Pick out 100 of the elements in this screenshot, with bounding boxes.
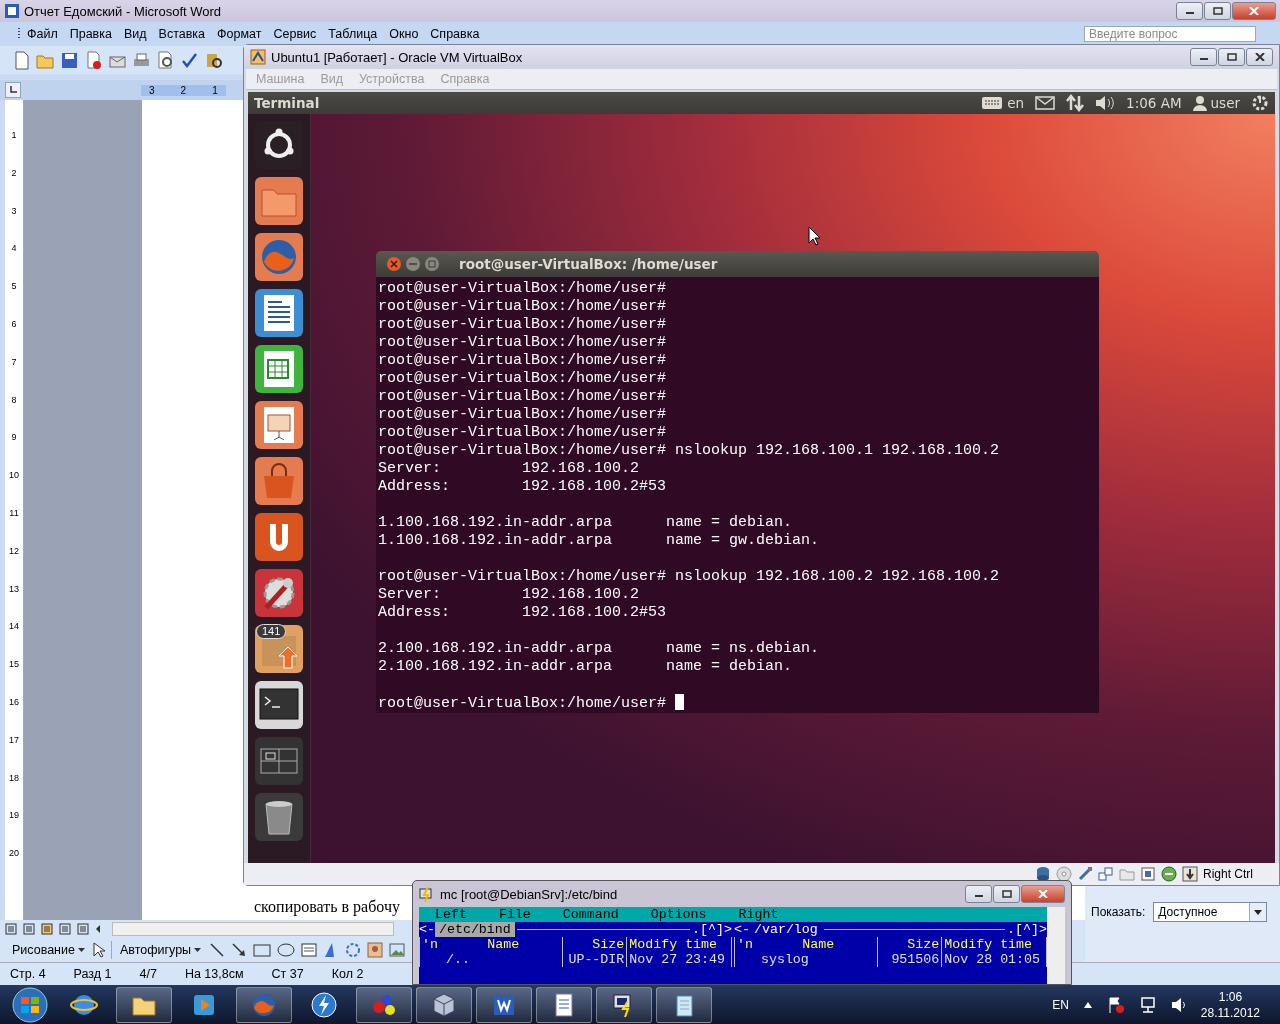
menu-item[interactable]: Окно (383, 25, 425, 43)
trash-icon[interactable] (254, 792, 304, 842)
print-preview-icon[interactable] (156, 50, 175, 70)
menu-item[interactable]: Файл (21, 25, 64, 43)
action-center-flag-icon[interactable] (1106, 995, 1125, 1014)
taskbar-button[interactable] (356, 986, 412, 1023)
terminal-line: root@user-VirtualBox:/home/user# (378, 280, 668, 298)
spreadsheet-icon[interactable] (254, 344, 304, 394)
keyboard-icon[interactable] (981, 96, 1004, 110)
cpu-icon[interactable] (1140, 866, 1156, 882)
ruler-number: 12 (9, 544, 19, 558)
help-search-field[interactable]: Введите вопрос (1084, 26, 1256, 42)
show-hidden-icons-icon[interactable] (1082, 1000, 1093, 1009)
terminal-line: 2.100.168.192.in-addr.arpa name = debian. (378, 658, 794, 676)
close-icon (1254, 53, 1265, 61)
network-icon[interactable] (1138, 995, 1157, 1014)
taskbar-button[interactable] (656, 986, 712, 1023)
menu-item[interactable]: Сервис (267, 25, 323, 43)
outline-view-icon[interactable] (58, 922, 72, 936)
clock[interactable]: 1:06 28.11.2012 (1200, 988, 1260, 1021)
rectangle-icon[interactable] (253, 943, 272, 957)
network-arrows-icon[interactable] (1066, 94, 1085, 112)
menu-item[interactable]: Формат (211, 25, 268, 43)
workspaces-icon[interactable] (254, 736, 304, 786)
menu-item[interactable]: Правка (63, 25, 118, 43)
oval-icon[interactable] (277, 943, 296, 957)
web-view-icon[interactable] (22, 922, 36, 936)
scroll-left-icon[interactable] (94, 924, 102, 934)
taskbar-button[interactable] (536, 986, 592, 1023)
diagram-icon[interactable] (345, 942, 362, 958)
minimize-button[interactable] (1176, 2, 1203, 20)
menu-item[interactable]: Right (738, 907, 811, 922)
user-name[interactable]: user (1210, 95, 1240, 111)
terminal-line: root@user-VirtualBox:/home/user# (378, 424, 668, 442)
presentation-icon[interactable] (254, 400, 304, 450)
shopping-bag-icon[interactable] (254, 456, 304, 506)
file-name[interactable]: /.. (445, 952, 470, 967)
maximize-button[interactable] (1218, 48, 1245, 66)
ruler-number: 1 (212, 84, 218, 96)
minimize-icon[interactable] (405, 256, 421, 272)
taskbar-button[interactable] (596, 986, 652, 1023)
maximize-icon (1212, 7, 1223, 15)
menu-item[interactable]: Вид (117, 25, 153, 43)
panel-path[interactable]: /var/log (749, 922, 822, 937)
menu-item[interactable]: Таблица (322, 25, 384, 43)
print-layout-icon[interactable] (40, 922, 54, 936)
normal-view-icon[interactable] (4, 922, 18, 936)
hard-disk-icon[interactable] (1035, 866, 1051, 882)
menu-item[interactable]: File (498, 907, 563, 922)
power-gear-icon[interactable] (1251, 94, 1269, 112)
maximize-button[interactable] (1204, 2, 1231, 20)
mail-icon[interactable] (1035, 96, 1056, 110)
ruler-number: 6 (11, 318, 17, 331)
taskbar-button[interactable] (116, 986, 172, 1023)
browser-icon[interactable] (254, 232, 304, 282)
volume-icon[interactable] (1170, 996, 1187, 1013)
horizontal-scrollbar[interactable] (112, 922, 394, 936)
vertical-scrollbar[interactable] (1047, 907, 1065, 984)
line-icon[interactable] (209, 942, 226, 958)
terminal-icon[interactable] (254, 680, 304, 730)
show-dropdown[interactable]: Доступное (1153, 902, 1268, 922)
text-box-icon[interactable] (301, 942, 318, 958)
taskbar-button[interactable] (416, 986, 472, 1023)
arrow-icon[interactable] (231, 942, 248, 958)
tab-selector[interactable] (5, 82, 21, 98)
minimize-button[interactable] (965, 885, 992, 903)
maximize-button[interactable] (993, 885, 1020, 903)
document-icon[interactable] (254, 288, 304, 338)
menu-item[interactable]: Left (435, 907, 499, 922)
clock[interactable]: 1:06 AM (1126, 95, 1182, 111)
column-header: Name (758, 937, 879, 952)
picture-icon[interactable] (389, 942, 406, 958)
clip-art-icon[interactable] (367, 942, 384, 958)
minimize-button[interactable] (1190, 48, 1217, 66)
column-header: 'n (421, 937, 439, 952)
language-indicator[interactable]: EN (1052, 997, 1069, 1012)
volume-icon[interactable] (1095, 95, 1116, 111)
host-key-icon[interactable] (1182, 866, 1198, 882)
save-icon[interactable] (60, 50, 79, 70)
autoshapes-menu[interactable]: Автофигуры (117, 941, 204, 959)
keyboard-layout[interactable]: en (1007, 95, 1025, 111)
folder-icon[interactable] (254, 176, 304, 226)
ruler-number: 18 (9, 771, 19, 785)
panel-path[interactable]: /etc/bind (434, 922, 515, 937)
terminal-line: root@user-VirtualBox:/home/user# (378, 406, 668, 424)
taskbar-button[interactable] (476, 986, 532, 1023)
select-pointer-icon[interactable] (92, 942, 105, 958)
permission-icon[interactable] (84, 50, 103, 70)
drawing-menu[interactable]: Рисование (10, 941, 87, 959)
maximize-icon[interactable] (424, 256, 440, 272)
menu-item[interactable]: Options (650, 907, 739, 922)
file-name[interactable]: syslog (760, 952, 809, 967)
u-logo-icon[interactable] (254, 512, 304, 562)
menu-item[interactable]: Справка (424, 25, 486, 43)
menu-item[interactable]: Вставка (152, 25, 212, 43)
menu-item[interactable]: Command (562, 907, 651, 922)
new-document-icon[interactable] (12, 50, 31, 70)
column-header: Modify time (943, 937, 1034, 952)
close-button[interactable] (1246, 48, 1273, 66)
close-icon[interactable] (386, 256, 402, 272)
